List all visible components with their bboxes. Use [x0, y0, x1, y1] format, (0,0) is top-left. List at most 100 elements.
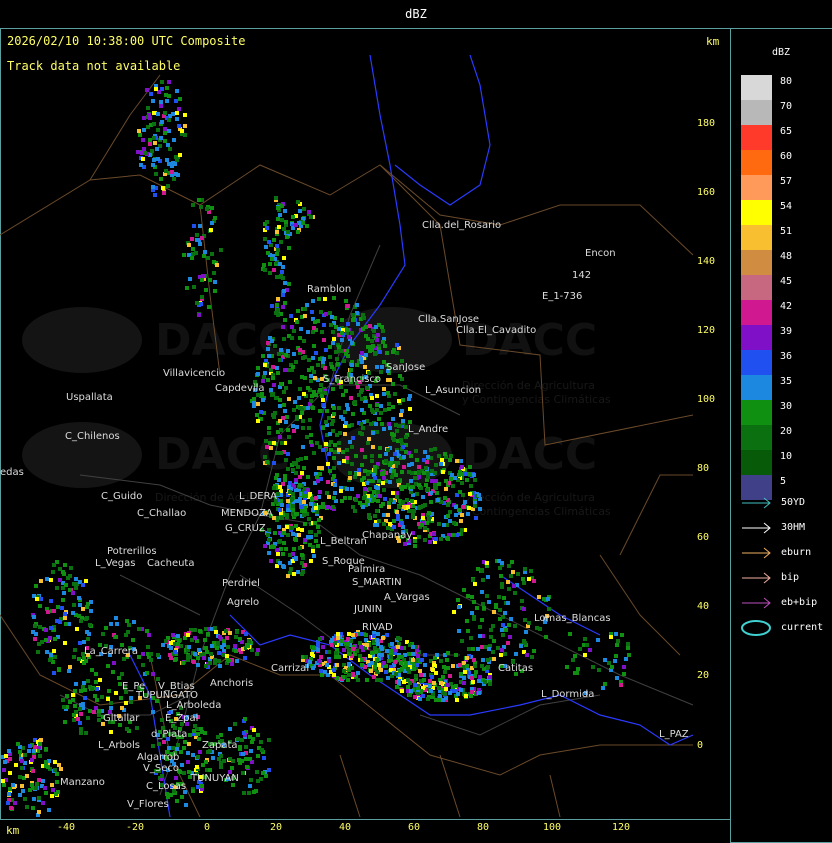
echo-cell — [31, 806, 35, 810]
echo-cell — [72, 718, 76, 722]
echo-cell — [173, 162, 177, 166]
echo-cell — [359, 645, 363, 649]
echo-cell — [300, 553, 304, 557]
dbz-swatch — [741, 375, 772, 400]
echo-cell — [272, 441, 276, 445]
echo-cell — [568, 632, 572, 636]
echo-cell — [32, 615, 36, 619]
echo-cell — [326, 480, 330, 484]
dbz-level-label: 60 — [780, 151, 793, 162]
echo-cell — [267, 551, 271, 555]
echo-cell — [441, 675, 445, 679]
echo-cell — [151, 710, 155, 714]
echo-cell — [368, 324, 372, 328]
echo-cell — [419, 673, 423, 677]
echo-cell — [28, 788, 32, 792]
echo-cell — [358, 641, 362, 645]
echo-cell — [337, 461, 341, 465]
echo-cell — [344, 352, 348, 356]
echo-cell — [614, 632, 618, 636]
echo-cell — [44, 638, 48, 642]
echo-cell — [408, 509, 412, 513]
echo-cell — [191, 753, 195, 757]
echo-cell — [295, 425, 299, 429]
echo-cell — [160, 120, 164, 124]
echo-cell — [445, 658, 449, 662]
echo-cell — [389, 655, 393, 659]
echo-cell — [148, 116, 152, 120]
echo-cell — [226, 658, 230, 662]
echo-cell — [390, 457, 394, 461]
echo-cell — [292, 547, 296, 551]
echo-cell — [378, 494, 382, 498]
echo-cell — [55, 772, 59, 776]
echo-cell — [109, 622, 113, 626]
echo-cell — [242, 791, 246, 795]
echo-cell — [190, 256, 194, 260]
echo-cell — [284, 547, 288, 551]
echo-cell — [287, 246, 291, 250]
echo-cell — [344, 389, 348, 393]
echo-cell — [474, 516, 478, 520]
echo-cell — [452, 521, 456, 525]
echo-cell — [400, 521, 404, 525]
echo-cell — [196, 755, 200, 759]
dbz-level-label: 35 — [780, 376, 793, 387]
place-label: S_Francisco — [323, 374, 382, 385]
echo-cell — [200, 278, 204, 282]
echo-cell — [318, 388, 322, 392]
echo-cell — [342, 459, 346, 463]
echo-cell — [309, 374, 313, 378]
echo-cell — [30, 783, 34, 787]
echo-cell — [127, 623, 131, 627]
echo-cell — [188, 733, 192, 737]
echo-cell — [168, 147, 172, 151]
echo-cell — [503, 611, 507, 615]
place-label: Chapanay — [362, 530, 413, 541]
echo-cell — [86, 637, 90, 641]
echo-cell — [384, 459, 388, 463]
echo-cell — [391, 405, 395, 409]
echo-cell — [380, 365, 384, 369]
echo-cell — [89, 600, 93, 604]
echo-cell — [379, 668, 383, 672]
dbz-level-label: 48 — [780, 251, 793, 262]
echo-cell — [321, 448, 325, 452]
echo-cell — [322, 323, 326, 327]
echo-cell — [396, 461, 400, 465]
place-label: d_Plata — [151, 729, 188, 740]
echo-cell — [429, 491, 433, 495]
echo-cell — [72, 582, 76, 586]
echo-cell — [317, 530, 321, 534]
echo-cell — [183, 113, 187, 117]
echo-cell — [465, 619, 469, 623]
echo-cell — [510, 560, 514, 564]
echo-cell — [411, 652, 415, 656]
echo-cell — [485, 561, 489, 565]
echo-cell — [547, 607, 551, 611]
echo-cell — [387, 505, 391, 509]
echo-cell — [378, 350, 382, 354]
echo-cell — [381, 329, 385, 333]
echo-cell — [521, 577, 525, 581]
echo-cell — [238, 637, 242, 641]
echo-cell — [329, 448, 333, 452]
echo-cell — [323, 391, 327, 395]
echo-cell — [470, 690, 474, 694]
echo-cell — [347, 662, 351, 666]
echo-cell — [372, 498, 376, 502]
track-legend-label: eb+bip — [781, 597, 818, 608]
echo-cell — [468, 465, 472, 469]
echo-cell — [156, 112, 160, 116]
echo-cell — [206, 632, 210, 636]
echo-cell — [320, 466, 324, 470]
echo-cell — [375, 509, 379, 513]
echo-cell — [374, 485, 378, 489]
echo-cell — [356, 385, 360, 389]
place-label: C_Challao — [137, 508, 187, 519]
echo-cell — [419, 505, 423, 509]
echo-cell — [387, 407, 391, 411]
place-label: Potrerillos — [107, 546, 157, 557]
echo-cell — [294, 557, 298, 561]
echo-cell — [407, 670, 411, 674]
